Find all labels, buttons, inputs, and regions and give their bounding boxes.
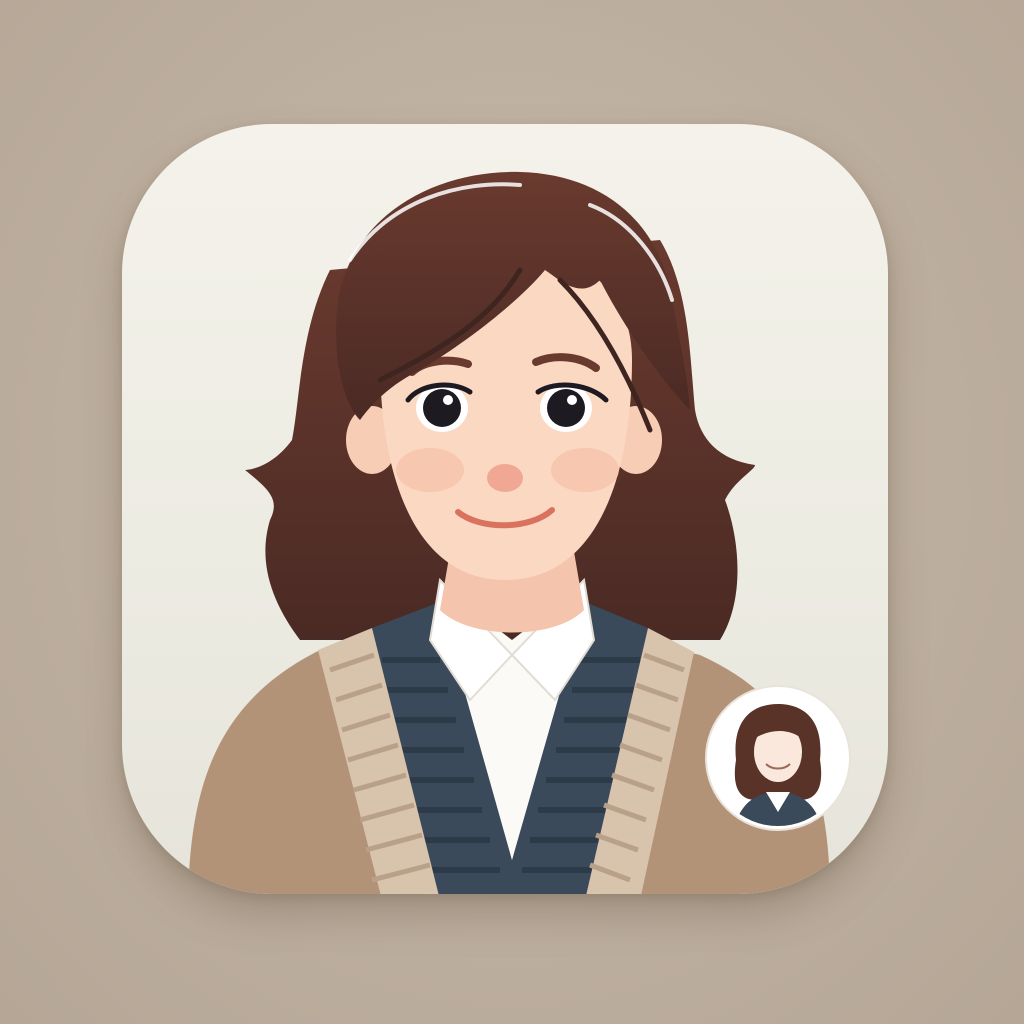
avatar-illustration bbox=[188, 171, 851, 894]
nose bbox=[487, 464, 523, 492]
avatar-badge[interactable] bbox=[705, 685, 851, 831]
left-cheek bbox=[396, 448, 464, 492]
right-cheek bbox=[551, 448, 619, 492]
